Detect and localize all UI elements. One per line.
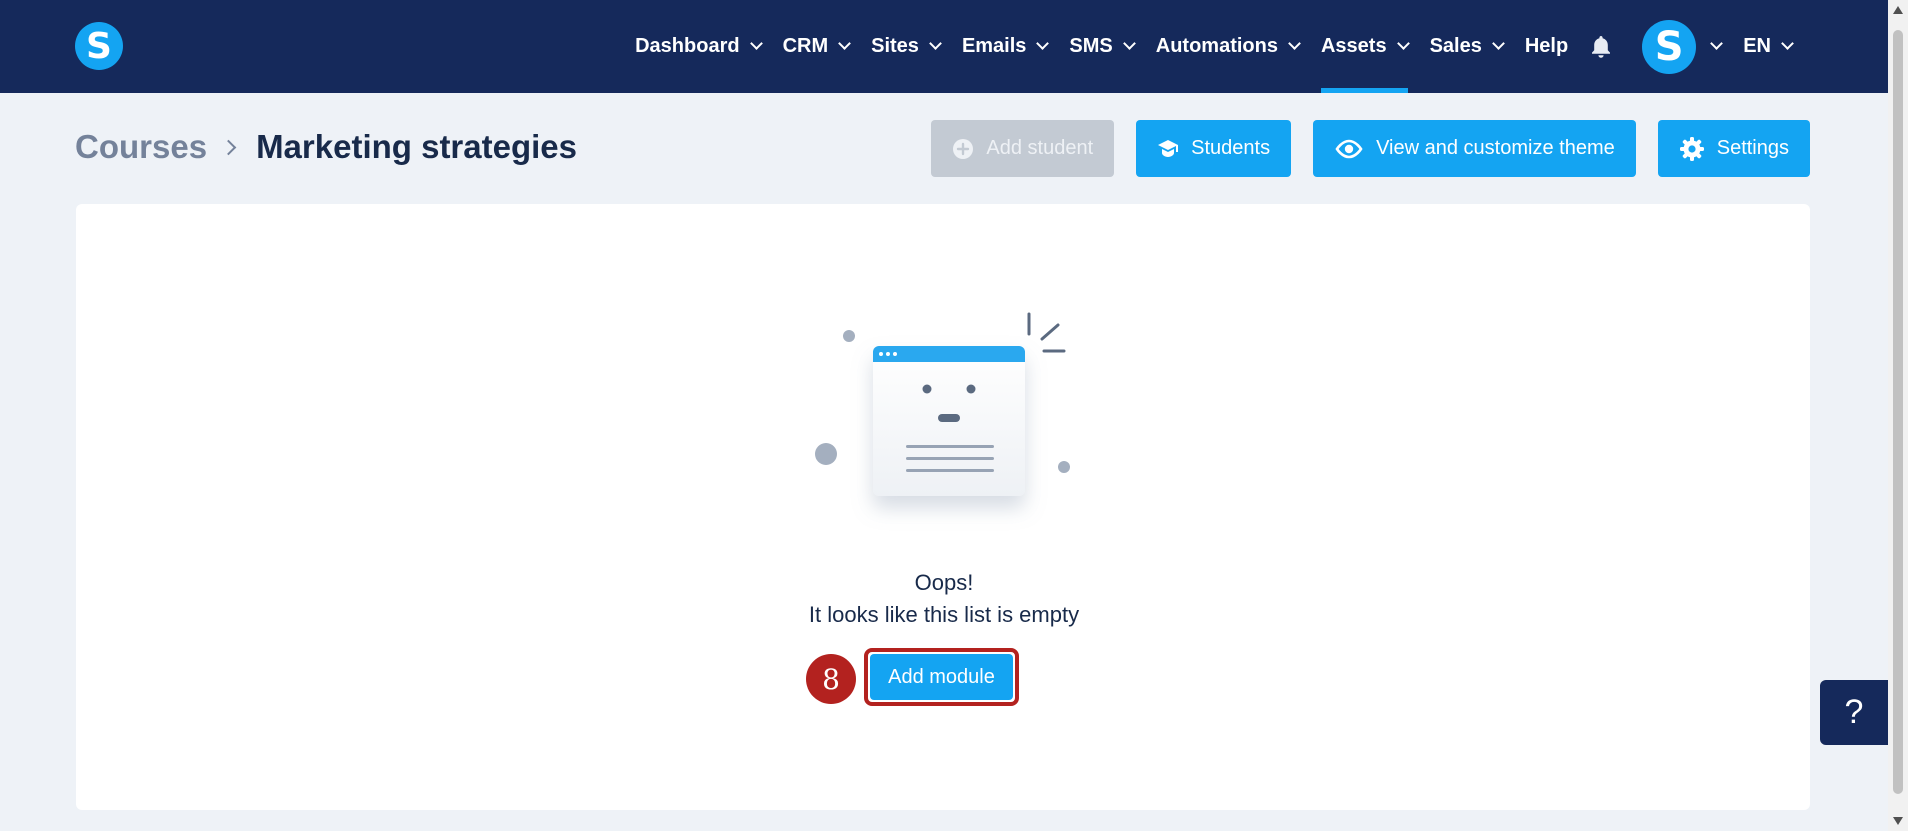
settings-button[interactable]: Settings xyxy=(1657,120,1810,177)
nav-item-crm[interactable]: CRM xyxy=(782,0,851,93)
top-navbar: S Dashboard CRM Sites Emails SMS Automat… xyxy=(0,0,1888,93)
chevron-down-icon xyxy=(1122,37,1136,50)
chevron-down-icon xyxy=(838,37,851,50)
nav-item-label: Emails xyxy=(961,35,1027,57)
empty-state-message: It looks like this list is empty xyxy=(808,602,1080,627)
nav-item-label: Help xyxy=(1524,35,1569,57)
chevron-down-icon xyxy=(749,37,763,50)
nav-item-label: Sales xyxy=(1429,35,1482,57)
nav-item-assets[interactable]: Assets xyxy=(1320,0,1410,93)
bell-icon[interactable] xyxy=(1590,34,1614,60)
eye-icon xyxy=(1335,139,1363,158)
help-button[interactable]: ? xyxy=(1820,680,1888,745)
nav-item-label: Dashboard xyxy=(635,35,740,57)
chevron-down-icon xyxy=(1491,37,1505,50)
breadcrumb-courses-link[interactable]: Courses xyxy=(75,128,207,166)
plus-circle-icon xyxy=(953,138,974,159)
nav-item-label: Automations xyxy=(1155,35,1278,57)
avatar: S xyxy=(1642,19,1697,74)
scroll-down-arrow-icon[interactable] xyxy=(1893,817,1903,825)
add-module-button[interactable]: Add module xyxy=(870,654,1013,700)
nav-item-sites[interactable]: Sites xyxy=(871,0,942,93)
language-selector[interactable]: EN xyxy=(1743,0,1794,93)
page-scrollbar[interactable] xyxy=(1888,0,1908,831)
chevron-right-icon xyxy=(220,139,237,155)
settings-label: Settings xyxy=(1716,137,1789,159)
gear-icon xyxy=(1679,136,1704,161)
chevron-down-icon xyxy=(1036,37,1050,50)
empty-state-title: Oops! xyxy=(914,570,974,595)
chevron-down-icon xyxy=(1781,37,1794,50)
nav-item-label: Assets xyxy=(1320,35,1387,57)
page-title: Marketing strategies xyxy=(256,128,578,165)
nav-item-dashboard[interactable]: Dashboard xyxy=(635,0,763,93)
graduation-cap-icon xyxy=(1158,139,1179,157)
chevron-down-icon xyxy=(1396,37,1410,50)
view-customize-theme-button[interactable]: View and customize theme xyxy=(1313,120,1636,177)
empty-list-illustration xyxy=(815,312,1070,496)
scrollbar-thumb[interactable] xyxy=(1893,30,1903,794)
nav-item-emails[interactable]: Emails xyxy=(961,0,1050,93)
main-nav: Dashboard CRM Sites Emails SMS Automatio… xyxy=(613,0,1794,93)
nav-item-label: CRM xyxy=(782,35,829,57)
nav-item-label: Sites xyxy=(871,35,919,57)
students-label: Students xyxy=(1191,137,1271,159)
nav-item-sms[interactable]: SMS xyxy=(1069,0,1136,93)
nav-item-automations[interactable]: Automations xyxy=(1155,0,1301,93)
scroll-up-arrow-icon[interactable] xyxy=(1893,6,1903,14)
language-label: EN xyxy=(1743,35,1771,57)
chevron-down-icon xyxy=(1710,37,1724,50)
breadcrumb: Courses Marketing strategies xyxy=(75,128,577,166)
add-student-button[interactable]: Add student xyxy=(931,120,1115,177)
add-student-label: Add student xyxy=(986,137,1094,159)
students-button[interactable]: Students xyxy=(1136,120,1292,177)
nav-item-sales[interactable]: Sales xyxy=(1429,0,1505,93)
chevron-down-icon xyxy=(1288,37,1301,50)
user-menu[interactable]: S xyxy=(1642,19,1724,74)
step-number-badge: 8 xyxy=(806,654,856,704)
view-theme-label: View and customize theme xyxy=(1376,137,1615,159)
nav-item-label: SMS xyxy=(1069,35,1113,57)
header-actions: Add student Students View and customize … xyxy=(931,120,1810,177)
brand-logo[interactable]: S xyxy=(75,22,123,70)
nav-item-help[interactable]: Help xyxy=(1525,0,1568,93)
chevron-down-icon xyxy=(929,37,942,50)
